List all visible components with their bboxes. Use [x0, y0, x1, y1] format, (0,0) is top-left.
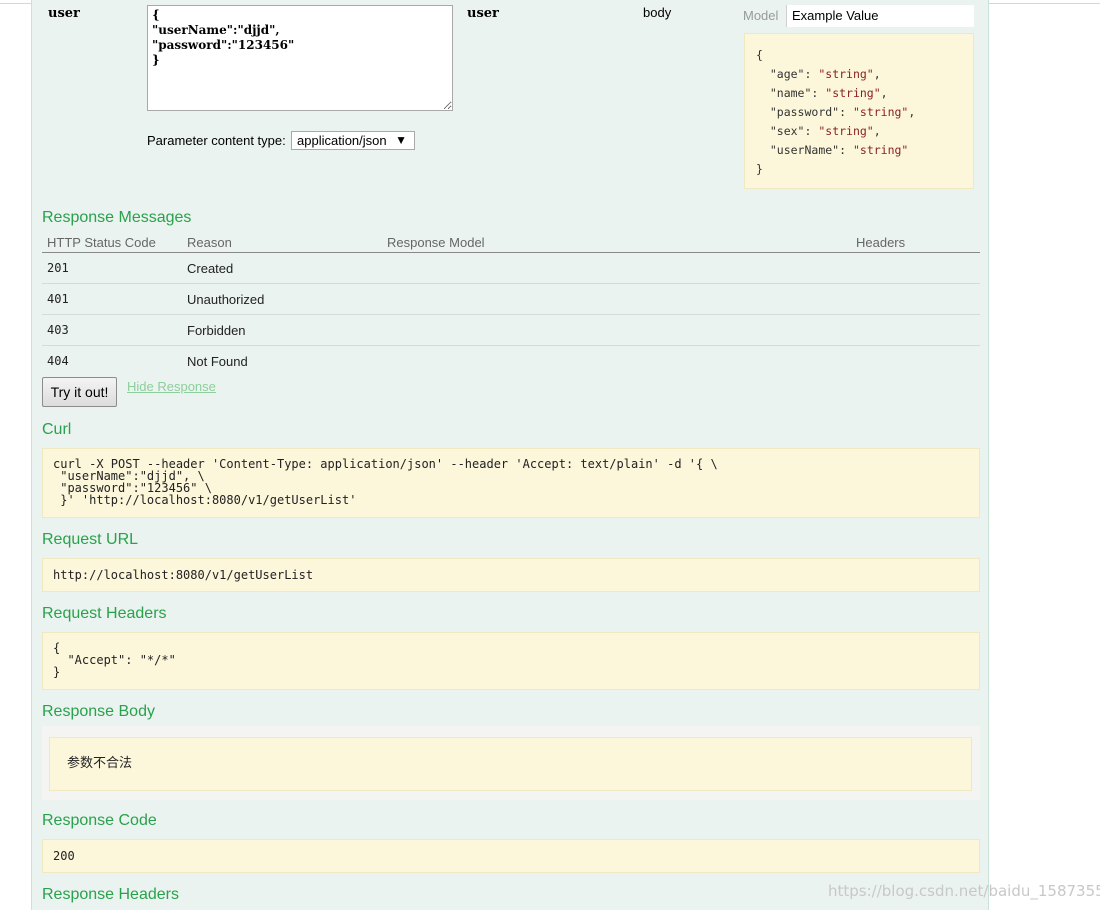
model-cell [382, 346, 851, 377]
table-header-row: HTTP Status Code Reason Response Model H… [42, 232, 980, 253]
json-line: "sex": "string", [769, 124, 881, 138]
hide-response-link[interactable]: Hide Response [127, 379, 216, 394]
model-cell [382, 283, 851, 315]
response-messages-title: Response Messages [42, 209, 192, 226]
request-url-title: Request URL [42, 531, 139, 548]
response-headers-title: Response Headers [42, 886, 179, 903]
tab-model[interactable]: Model [743, 5, 778, 27]
curl-code: curl -X POST --header 'Content-Type: app… [42, 448, 980, 518]
response-body-wrapper: 参数不合法 [42, 726, 980, 800]
operation-panel: user user body Parameter content type: a… [31, 0, 989, 910]
column-header: Reason [182, 232, 382, 253]
headers-cell [851, 252, 980, 284]
column-header: Response Model [382, 232, 851, 253]
parameter-value-textarea[interactable] [147, 5, 453, 111]
status-code-cell: 404 [47, 354, 69, 368]
model-cell [382, 252, 851, 284]
request-headers-title: Request Headers [42, 605, 167, 622]
response-body-title: Response Body [42, 703, 155, 720]
column-header: HTTP Status Code [42, 232, 182, 253]
reason-cell: Not Found [187, 353, 248, 369]
reason-cell: Unauthorized [182, 283, 382, 315]
table-row: 404 Not Found [42, 346, 980, 377]
request-headers-code: { "Accept": "*/*" } [42, 632, 980, 690]
json-line: "age": "string", [769, 67, 881, 81]
status-code-cell: 201 [42, 252, 182, 284]
try-it-out-button[interactable]: Try it out! [42, 377, 117, 407]
table-row: 201 Created [42, 252, 980, 284]
watermark: https://blog.csdn.net/baidu_15873551 [828, 882, 1100, 900]
response-code-title: Response Code [42, 812, 157, 829]
tab-example-value[interactable]: Example Value [786, 5, 974, 27]
content-type-select[interactable]: application/json ▼ [291, 131, 415, 150]
parameter-description: user [467, 6, 499, 21]
parameter-name: user [48, 6, 80, 21]
json-line: "password": "string", [769, 105, 916, 119]
curl-title: Curl [42, 421, 72, 438]
json-close-brace: } [756, 162, 763, 176]
json-open-brace: { [756, 48, 763, 62]
model-cell [382, 314, 851, 346]
content-type-value: application/json [297, 133, 387, 148]
headers-cell [851, 314, 980, 346]
status-code-cell: 403 [42, 314, 182, 346]
reason-cell: Created [182, 252, 382, 284]
headers-cell [851, 283, 980, 315]
model-tabs: Model Example Value [743, 5, 974, 27]
headers-cell [851, 346, 980, 377]
json-line: "userName": "string" [769, 143, 909, 157]
reason-cell: Forbidden [182, 314, 382, 346]
table-row: 403 Forbidden [42, 314, 980, 346]
response-body-content: 参数不合法 [49, 737, 972, 791]
dropdown-arrow-icon: ▼ [395, 133, 407, 147]
response-messages-table: HTTP Status Code Reason Response Model H… [42, 232, 980, 376]
parameter-type: body [643, 5, 672, 20]
table-row: 401 Unauthorized [42, 283, 980, 315]
column-header: Headers [851, 232, 980, 253]
content-type-label: Parameter content type: [147, 133, 286, 148]
example-value-box: { "age": "string", "name": "string", "pa… [744, 33, 974, 189]
request-url-code: http://localhost:8080/v1/getUserList [42, 558, 980, 592]
status-code-cell: 401 [42, 283, 182, 315]
json-line: "name": "string", [769, 86, 888, 100]
response-code-value: 200 [42, 839, 980, 873]
